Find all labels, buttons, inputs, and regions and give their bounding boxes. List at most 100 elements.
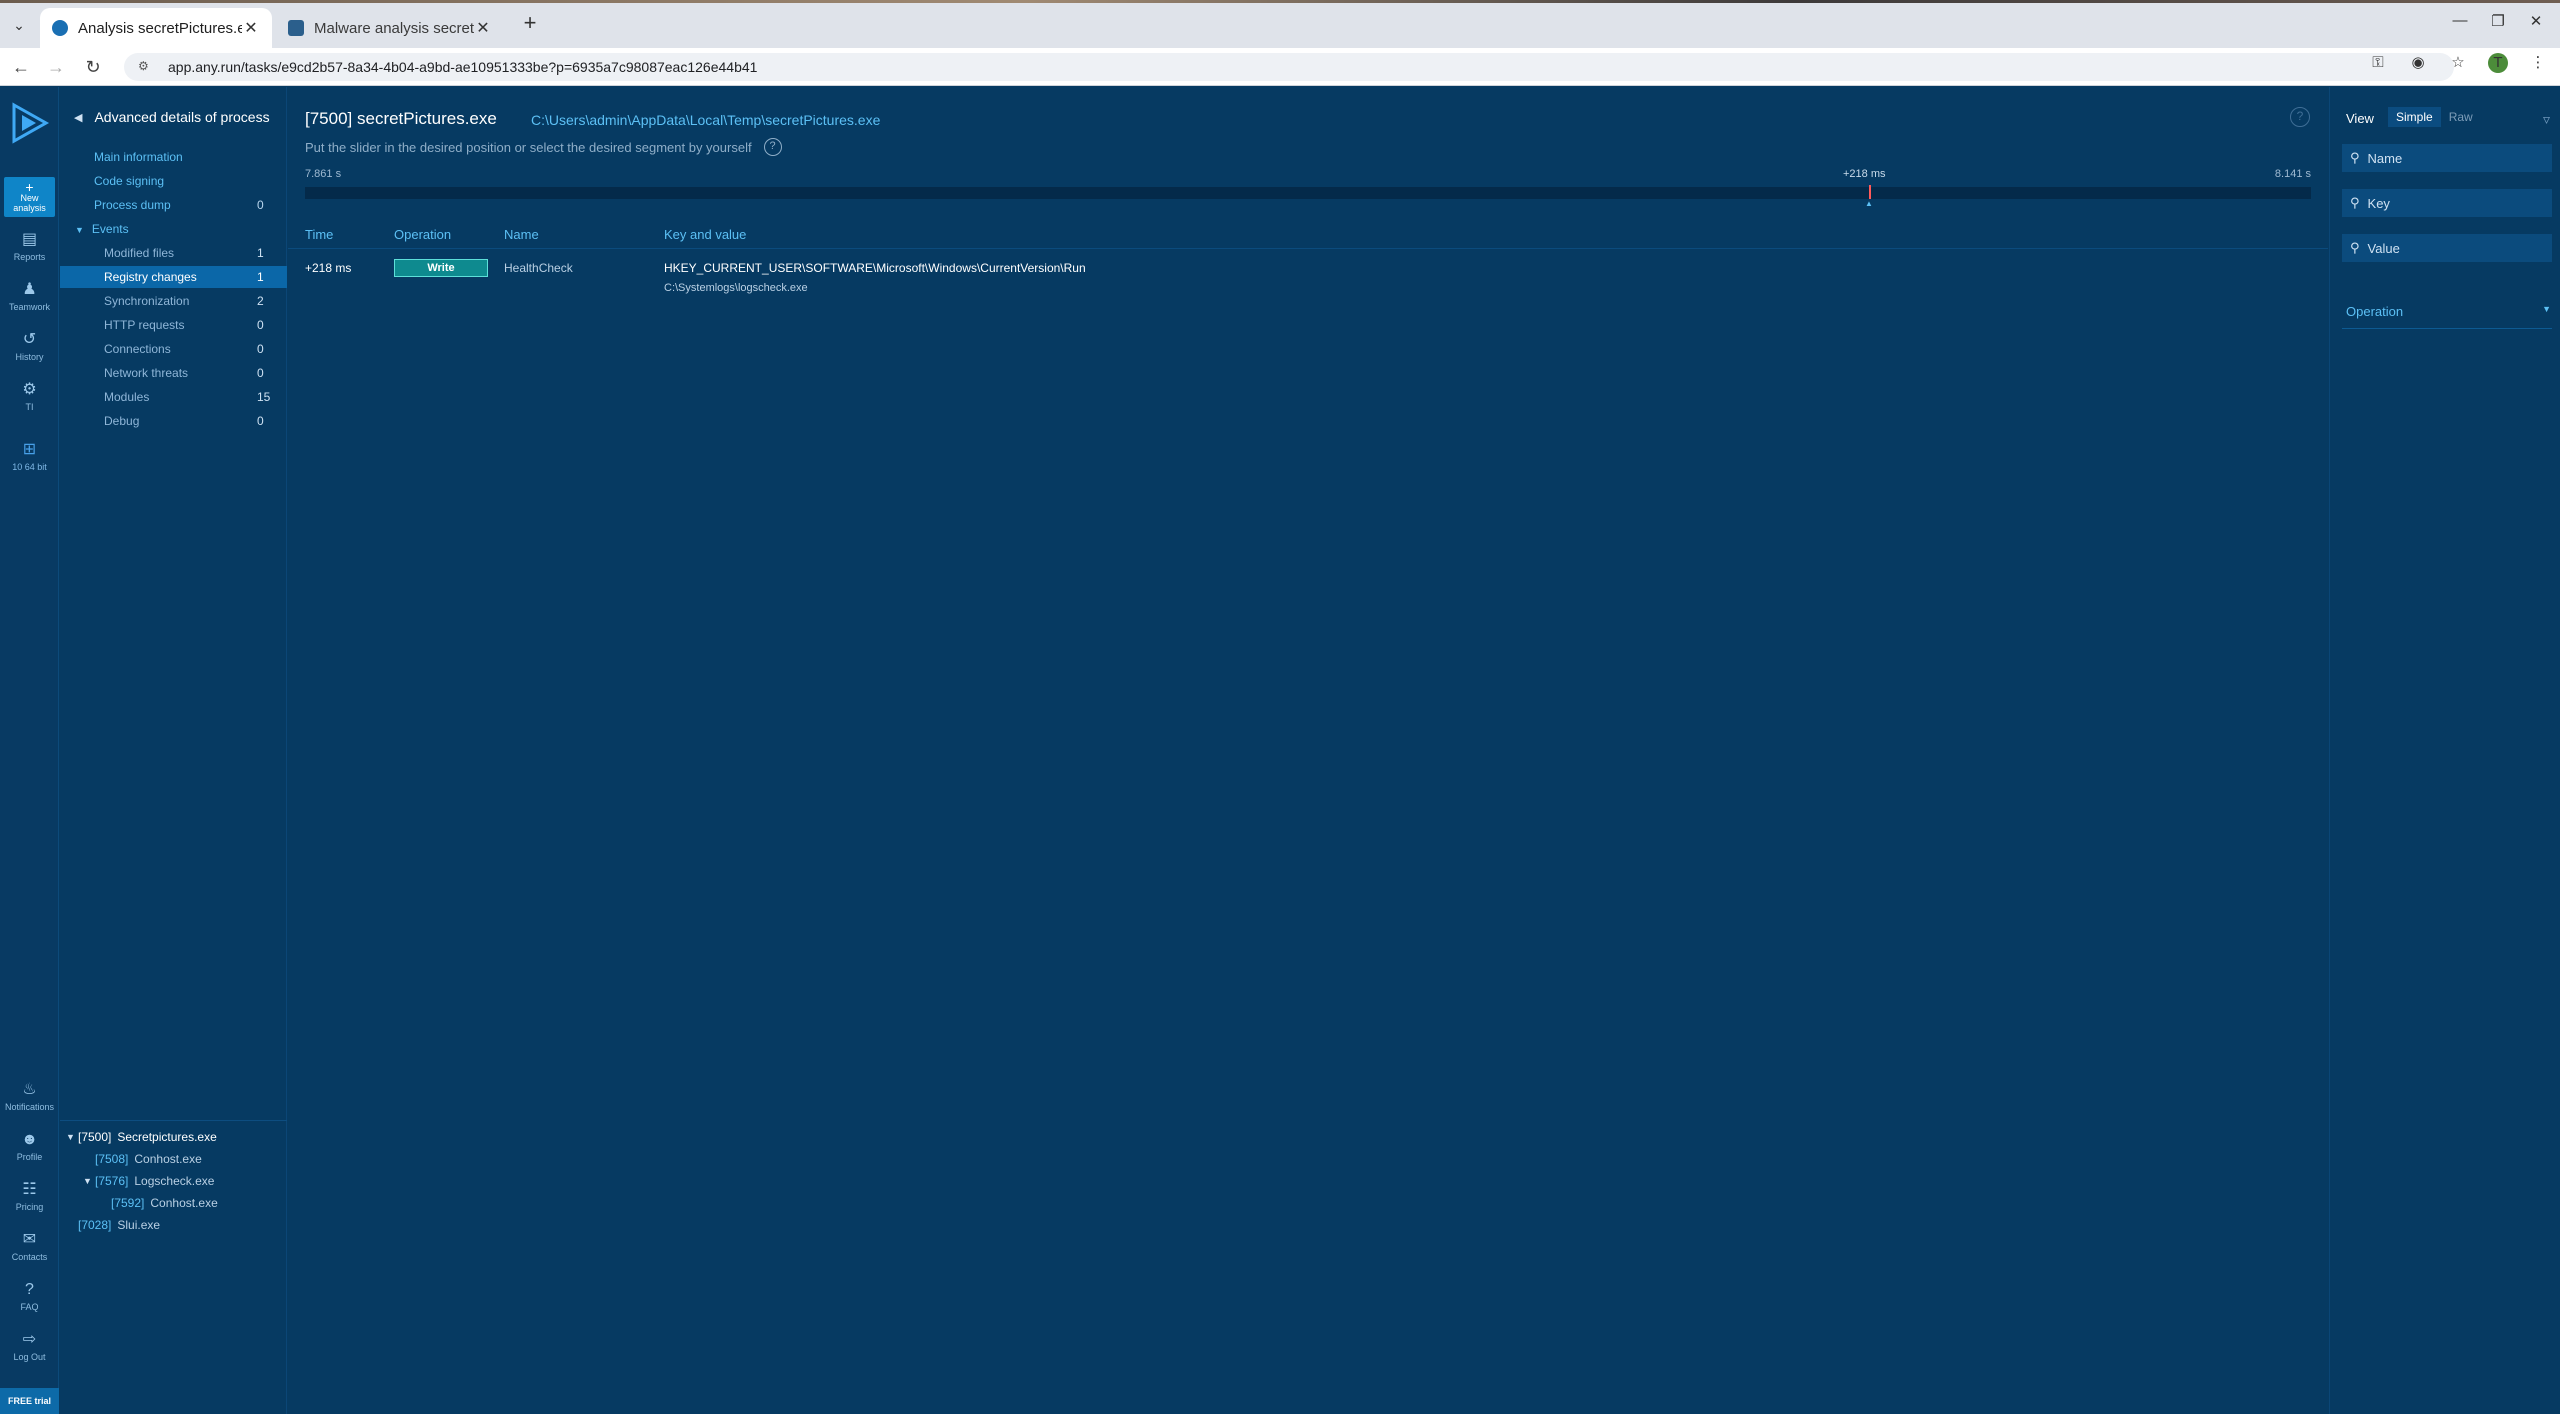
new-tab-plus-icon[interactable]: +: [518, 12, 542, 36]
chevron-down-icon: ▼: [2542, 304, 2551, 314]
column-operation[interactable]: Operation: [394, 227, 451, 242]
filter-funnel-icon[interactable]: ▿: [2543, 111, 2550, 128]
cart-icon: ☷: [22, 1181, 37, 1198]
address-bar[interactable]: ⚙ app.any.run/tasks/e9cd2b57-8a34-4b04-a…: [124, 53, 2454, 81]
question-icon: ?: [25, 1281, 34, 1298]
url-text: app.any.run/tasks/e9cd2b57-8a34-4b04-a9b…: [168, 59, 758, 75]
tab-search-chevron-icon[interactable]: ⌄: [8, 14, 30, 36]
left-rail: + New analysis ▤ Reports ♟ Teamwork ↺ Histo…: [0, 87, 59, 1414]
sidebar-item-modified-files[interactable]: Modified files 1: [60, 242, 287, 264]
help-icon[interactable]: ?: [2290, 107, 2310, 127]
column-name[interactable]: Name: [504, 227, 539, 242]
sidebar-item-process-dump[interactable]: Process dump 0: [60, 194, 287, 216]
timeline-slider[interactable]: ▲: [305, 185, 2311, 208]
rail-os-windows[interactable]: ⊞ 10 64 bit: [0, 440, 59, 472]
name-filter-input[interactable]: ⚲ Name: [2342, 144, 2552, 172]
process-tree-item[interactable]: [7028] Slui.exe: [78, 1215, 160, 1235]
free-trial-button[interactable]: FREE trial: [0, 1388, 59, 1414]
view-simple-button[interactable]: Simple: [2388, 107, 2441, 127]
history-icon: ↺: [22, 331, 37, 348]
teamwork-icon: ♟: [22, 281, 37, 298]
browser-tab-bar: ⌄ Analysis secretPictures.exe ✕ Malware …: [0, 0, 2560, 48]
sidebar-item-network-threats[interactable]: Network threats 0: [60, 362, 287, 384]
tracking-eye-off-icon[interactable]: ◉: [2408, 53, 2428, 73]
sidebar-title[interactable]: ◀ Advanced details of process: [74, 109, 270, 125]
reports-icon: ▤: [21, 231, 38, 248]
tree-expand-icon[interactable]: ▼: [83, 1176, 95, 1186]
rail-ti[interactable]: ⚙ TI: [0, 380, 59, 412]
filter-panel: View Simple Raw ▿ ⚲ Name ⚲ Key ⚲ Value O…: [2329, 87, 2560, 1414]
sidebar-item-debug[interactable]: Debug 0: [60, 410, 287, 432]
operation-write-badge: Write: [394, 259, 488, 277]
process-tree-item[interactable]: [7592] Conhost.exe: [111, 1193, 218, 1213]
row-registry-value: C:\Systemlogs\logscheck.exe: [664, 282, 808, 294]
back-caret-icon[interactable]: ◀: [74, 111, 82, 124]
restore-icon[interactable]: ❐: [2488, 12, 2508, 32]
ti-gear-icon: ⚙: [22, 381, 37, 398]
process-path-link[interactable]: C:\Users\admin\AppData\Local\Temp\secret…: [531, 112, 880, 128]
browser-toolbar: ← → ↻ ⚙ app.any.run/tasks/e9cd2b57-8a34-…: [0, 48, 2560, 86]
close-tab-icon[interactable]: ✕: [242, 18, 260, 38]
slider-handle-icon[interactable]: ▲: [1865, 199, 1873, 208]
column-time[interactable]: Time: [305, 227, 333, 242]
view-raw-button[interactable]: Raw: [2441, 107, 2481, 127]
anyrun-favicon-icon: [288, 20, 304, 36]
search-icon: ⚲: [2350, 195, 2360, 210]
rail-reports[interactable]: ▤ Reports: [0, 230, 59, 262]
profile-icon: ☻: [21, 1131, 38, 1148]
table-row[interactable]: +218 ms Write HealthCheck HKEY_CURRENT_U…: [288, 251, 2328, 303]
tree-expand-icon[interactable]: ▼: [66, 1132, 78, 1142]
sidebar-item-synchronization[interactable]: Synchronization 2: [60, 290, 287, 312]
sidebar-item-http-requests[interactable]: HTTP requests 0: [60, 314, 287, 336]
back-arrow-icon[interactable]: ←: [10, 56, 32, 78]
process-tree-item[interactable]: ▼ [7576] Logscheck.exe: [83, 1171, 214, 1191]
view-label: View: [2346, 111, 2374, 126]
new-analysis-button[interactable]: + New analysis: [4, 177, 55, 217]
reload-icon[interactable]: ↻: [82, 56, 104, 78]
sidebar-item-code-signing[interactable]: Code signing: [60, 170, 287, 192]
rail-notifications[interactable]: ♨ Notifications: [0, 1080, 59, 1112]
anyrun-logo-icon[interactable]: [10, 101, 50, 145]
slider-hint: Put the slider in the desired position o…: [305, 138, 782, 156]
rail-faq[interactable]: ? FAQ: [0, 1280, 59, 1312]
row-name: HealthCheck: [504, 261, 573, 275]
sidebar-item-registry-changes[interactable]: Registry changes 1: [60, 266, 287, 288]
window-controls: — ❐ ✕: [2450, 12, 2546, 32]
rail-teamwork[interactable]: ♟ Teamwork: [0, 280, 59, 312]
browser-tab-malware-analysis[interactable]: Malware analysis secretPictures ✕: [276, 8, 504, 48]
sidebar-item-modules[interactable]: Modules 15: [60, 386, 287, 408]
rail-contacts[interactable]: ✉ Contacts: [0, 1230, 59, 1262]
bell-icon: ♨: [22, 1081, 37, 1098]
rail-pricing[interactable]: ☷ Pricing: [0, 1180, 59, 1212]
close-tab-icon[interactable]: ✕: [474, 18, 492, 38]
minimize-icon[interactable]: —: [2450, 12, 2470, 32]
column-key-and-value[interactable]: Key and value: [664, 227, 746, 242]
close-window-icon[interactable]: ✕: [2526, 12, 2546, 32]
tab-title: Malware analysis secretPictures: [314, 19, 474, 37]
process-details-sidebar: ◀ Advanced details of process Main infor…: [60, 87, 287, 1414]
rail-history[interactable]: ↺ History: [0, 330, 59, 362]
bookmark-star-icon[interactable]: ☆: [2448, 53, 2468, 73]
row-registry-key: HKEY_CURRENT_USER\SOFTWARE\Microsoft\Win…: [664, 261, 1086, 275]
sidebar-item-connections[interactable]: Connections 0: [60, 338, 287, 360]
password-key-icon[interactable]: ⚿: [2368, 53, 2388, 73]
rail-logout[interactable]: ⇨ Log Out: [0, 1330, 59, 1362]
timeline-start-label: 7.861 s: [305, 168, 342, 180]
rail-profile[interactable]: ☻ Profile: [0, 1130, 59, 1162]
process-tree-item[interactable]: [7508] Conhost.exe: [95, 1149, 202, 1169]
profile-avatar[interactable]: T: [2488, 53, 2508, 73]
question-circle-icon[interactable]: ?: [763, 138, 782, 156]
chevron-down-icon: ▼: [75, 225, 84, 235]
sidebar-item-main-information[interactable]: Main information: [60, 146, 287, 168]
browser-menu-icon[interactable]: ⋮: [2528, 53, 2548, 73]
browser-tab-analysis[interactable]: Analysis secretPictures.exe ✕: [40, 8, 272, 48]
value-filter-input[interactable]: ⚲ Value: [2342, 234, 2552, 262]
process-tree-item[interactable]: ▼ [7500] Secretpictures.exe: [66, 1127, 217, 1147]
forward-arrow-icon[interactable]: →: [45, 56, 67, 78]
key-filter-input[interactable]: ⚲ Key: [2342, 189, 2552, 217]
sidebar-events-toggle[interactable]: ▼ Events: [60, 218, 287, 240]
mail-icon: ✉: [22, 1231, 37, 1248]
site-info-icon[interactable]: ⚙: [138, 59, 154, 75]
operation-filter-select[interactable]: Operation ▼: [2346, 304, 2551, 319]
sidebar-divider: [60, 1120, 287, 1121]
